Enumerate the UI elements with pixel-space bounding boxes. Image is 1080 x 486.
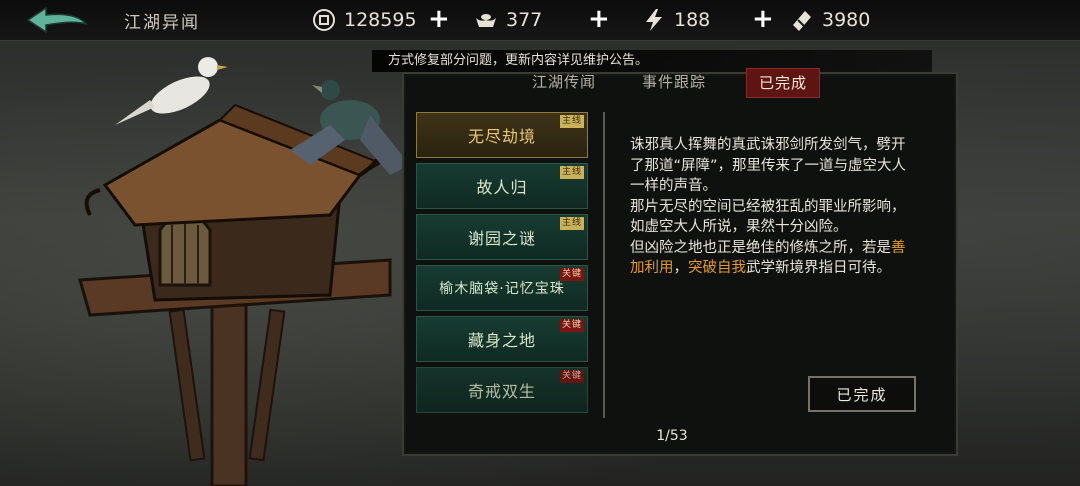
page-title: 江湖异闻: [124, 13, 200, 33]
ticket-resource: 3980: [790, 6, 870, 34]
highlight-text: 突破自我: [688, 260, 746, 276]
energy-value: 188: [674, 9, 711, 31]
description-paragraph: 诛邪真人挥舞的真武诛邪剑所发剑气，劈开了那道“屏障”，那里传来了一道与虚空大人一…: [630, 137, 907, 194]
quest-item-2[interactable]: 故人归 主线: [416, 163, 588, 209]
quest-tag: 主线: [559, 166, 584, 179]
quest-name: 奇戒双生: [467, 382, 536, 401]
ticket-icon: [793, 11, 811, 31]
coin-resource: 128595: [312, 6, 417, 34]
energy-resource: 188: [642, 6, 710, 34]
quest-name: 故人归: [476, 178, 528, 197]
quest-name: 谢园之谜: [467, 229, 536, 248]
quest-name: 无尽劫境: [467, 127, 536, 146]
tab-completed[interactable]: 已完成: [746, 68, 821, 98]
quest-tag: 主线: [559, 115, 584, 128]
page-indicator: 1/53: [656, 428, 688, 444]
coin-icon: [313, 9, 335, 31]
quest-tag: 关键: [559, 319, 584, 332]
add-energy-button[interactable]: +: [752, 5, 774, 33]
description-paragraph: 那片无尽的空间已经被狂乱的罪业所影响，如虚空大人所说，果然十分凶险。: [630, 198, 906, 236]
add-coin-button[interactable]: +: [428, 5, 450, 33]
quest-item-6[interactable]: 奇戒双生 关键: [416, 367, 588, 413]
description-paragraph: 但凶险之地也正是绝佳的修炼之所，若是善加利用，突破自我武学新境界指日可待。: [630, 239, 906, 277]
quest-tag: 关键: [559, 370, 584, 383]
ticket-value: 3980: [822, 9, 871, 31]
quest-tag: 关键: [559, 268, 584, 281]
tab-tracking[interactable]: 事件跟踪: [642, 68, 706, 96]
pigeon-house-illustration: [78, 57, 410, 486]
quest-name: 榆木脑袋·记忆宝珠: [439, 281, 565, 297]
panel-divider: [603, 112, 605, 418]
coin-value: 128595: [344, 9, 417, 31]
top-bar: 江湖异闻 128595 + 377 + 188 + 3980: [0, 0, 1080, 41]
add-silver-button[interactable]: +: [588, 5, 610, 33]
back-arrow-icon[interactable]: [24, 6, 90, 34]
white-dove-icon: [115, 57, 228, 125]
quest-name: 藏身之地: [467, 331, 536, 350]
quest-item-3[interactable]: 谢园之谜 主线: [416, 214, 588, 260]
quest-tag: 主线: [559, 217, 584, 230]
quest-item-1[interactable]: 无尽劫境 主线: [416, 112, 588, 158]
quest-item-4[interactable]: 榆木脑袋·记忆宝珠 关键: [416, 265, 588, 311]
completed-button[interactable]: 已完成: [808, 376, 916, 412]
tab-rumors[interactable]: 江湖传闻: [532, 68, 596, 96]
quest-item-5[interactable]: 藏身之地 关键: [416, 316, 588, 362]
lightning-icon: [646, 9, 662, 31]
silver-value: 377: [506, 9, 543, 31]
quest-description: 诛邪真人挥舞的真武诛邪剑所发剑气，劈开了那道“屏障”，那里传来了一道与虚空大人一…: [630, 135, 912, 279]
silver-ingot-icon: [476, 14, 496, 27]
silver-resource: 377: [474, 6, 542, 34]
tab-bar: 江湖传闻 事件跟踪 已完成: [520, 68, 940, 98]
